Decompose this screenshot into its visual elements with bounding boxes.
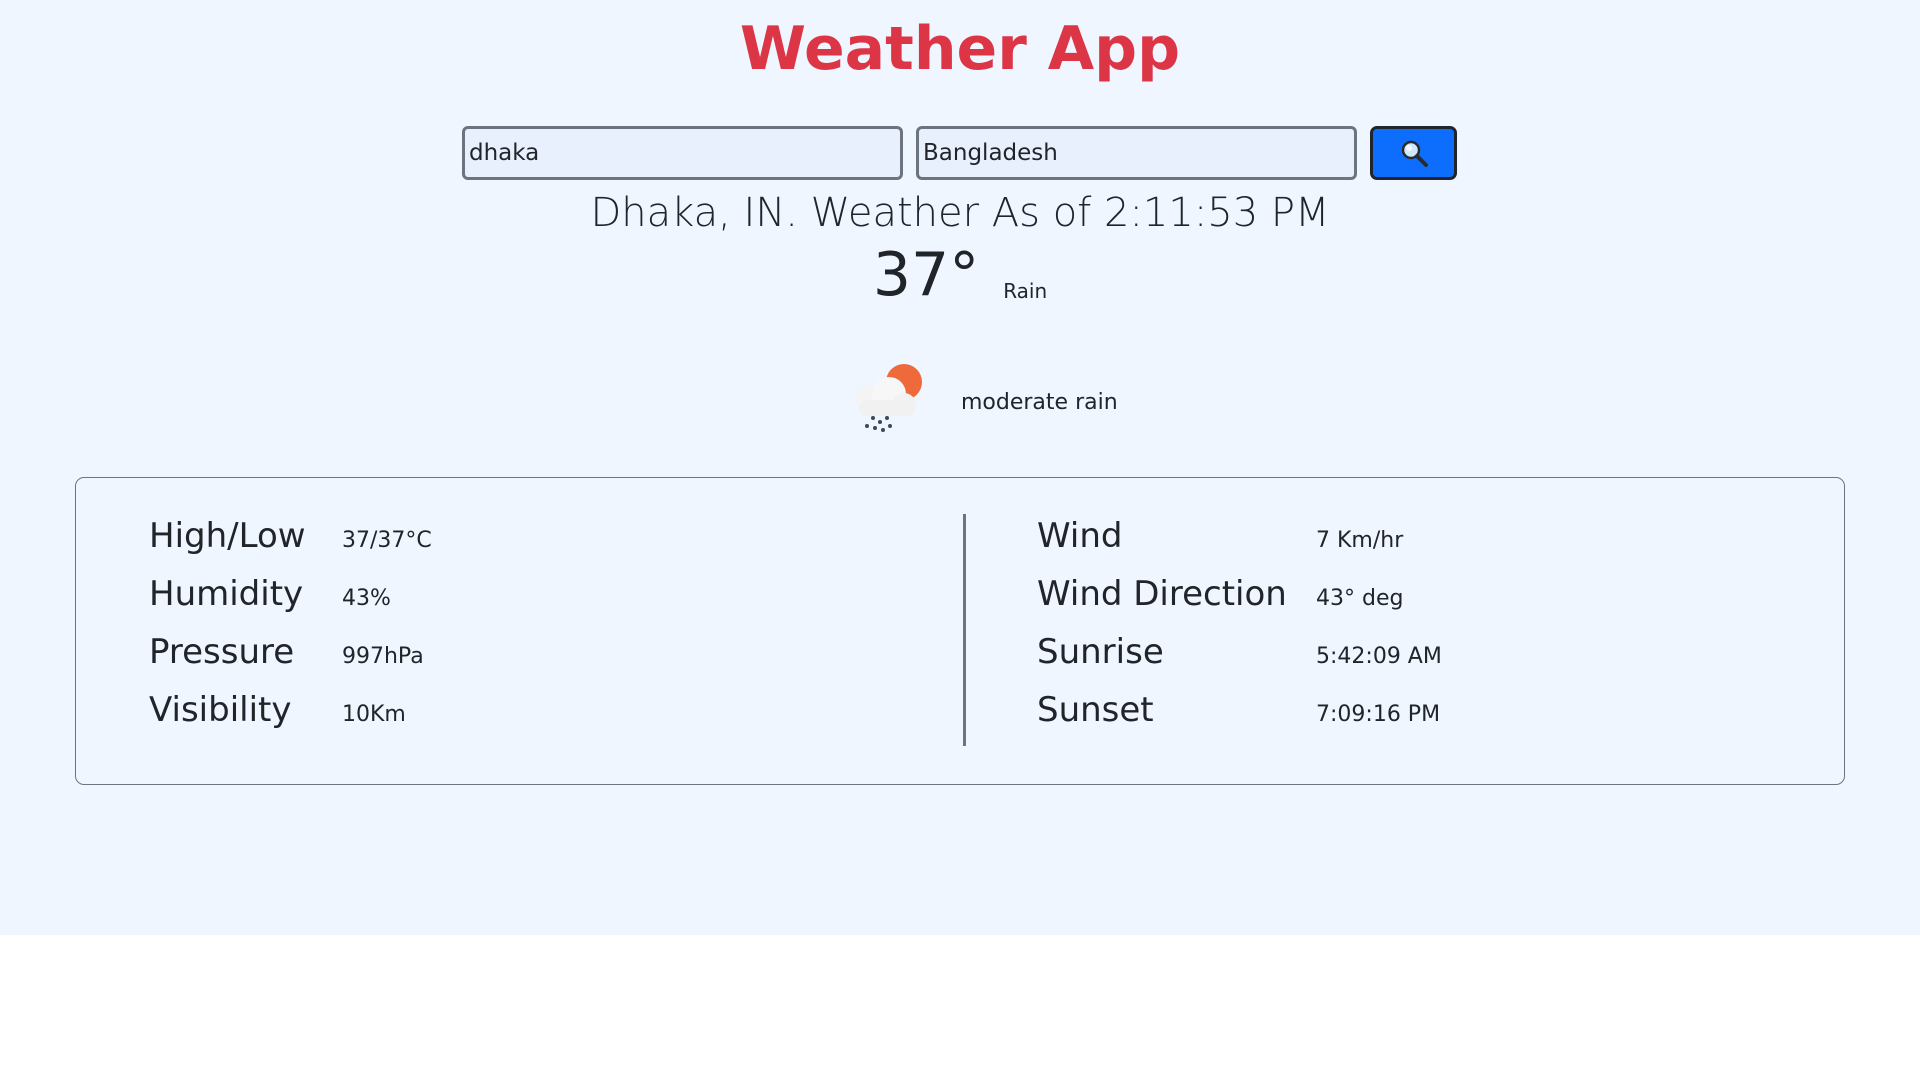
detail-row-humidity: Humidity 43%	[149, 574, 391, 614]
detail-value: 5:42:09 AM	[1316, 644, 1442, 669]
weather-details-card: High/Low 37/37°C Humidity 43% Pressure 9…	[75, 477, 1845, 785]
detail-row-visibility: Visibility 10Km	[149, 690, 406, 730]
weather-description-row: moderate rain	[845, 360, 1118, 444]
detail-label: Sunset	[1037, 690, 1154, 730]
detail-label: Wind	[1037, 516, 1123, 556]
city-input[interactable]	[462, 126, 903, 180]
detail-label: Wind Direction	[1037, 574, 1287, 614]
search-bar	[462, 126, 1457, 180]
detail-value: 7 Km/hr	[1316, 528, 1404, 553]
detail-row-sunrise: Sunrise 5:42:09 AM	[1037, 632, 1442, 672]
details-divider	[963, 514, 966, 746]
detail-value: 7:09:16 PM	[1316, 702, 1441, 727]
detail-label: Sunrise	[1037, 632, 1164, 672]
detail-label: High/Low	[149, 516, 306, 556]
weather-headline: Dhaka, IN. Weather As of 2:11:53 PM	[590, 190, 1330, 236]
detail-row-pressure: Pressure 997hPa	[149, 632, 424, 672]
detail-row-wind-direction: Wind Direction 43° deg	[1037, 574, 1403, 614]
temperature-row: 37° Rain	[0, 245, 1920, 305]
detail-value: 997hPa	[342, 644, 424, 669]
rain-cloud-sun-icon	[856, 364, 922, 432]
weather-app: Weather App Dhaka, IN. Weather As of 2:1…	[0, 0, 1920, 935]
detail-value: 43%	[342, 586, 391, 611]
detail-value: 10Km	[342, 702, 406, 727]
detail-row-high-low: High/Low 37/37°C	[149, 516, 432, 556]
weather-description: moderate rain	[961, 389, 1118, 415]
detail-value: 37/37°C	[342, 528, 432, 553]
country-input[interactable]	[916, 126, 1357, 180]
weather-main: Rain	[1003, 279, 1048, 303]
detail-row-sunset: Sunset 7:09:16 PM	[1037, 690, 1440, 730]
temperature-value: 37°	[872, 240, 980, 310]
app-title: Weather App	[739, 14, 1181, 84]
search-button[interactable]	[1370, 126, 1457, 180]
detail-row-wind: Wind 7 Km/hr	[1037, 516, 1403, 556]
detail-label: Pressure	[149, 632, 295, 672]
detail-value: 43° deg	[1316, 586, 1404, 611]
detail-label: Visibility	[149, 690, 292, 730]
detail-label: Humidity	[149, 574, 304, 614]
search-icon	[1401, 140, 1428, 167]
